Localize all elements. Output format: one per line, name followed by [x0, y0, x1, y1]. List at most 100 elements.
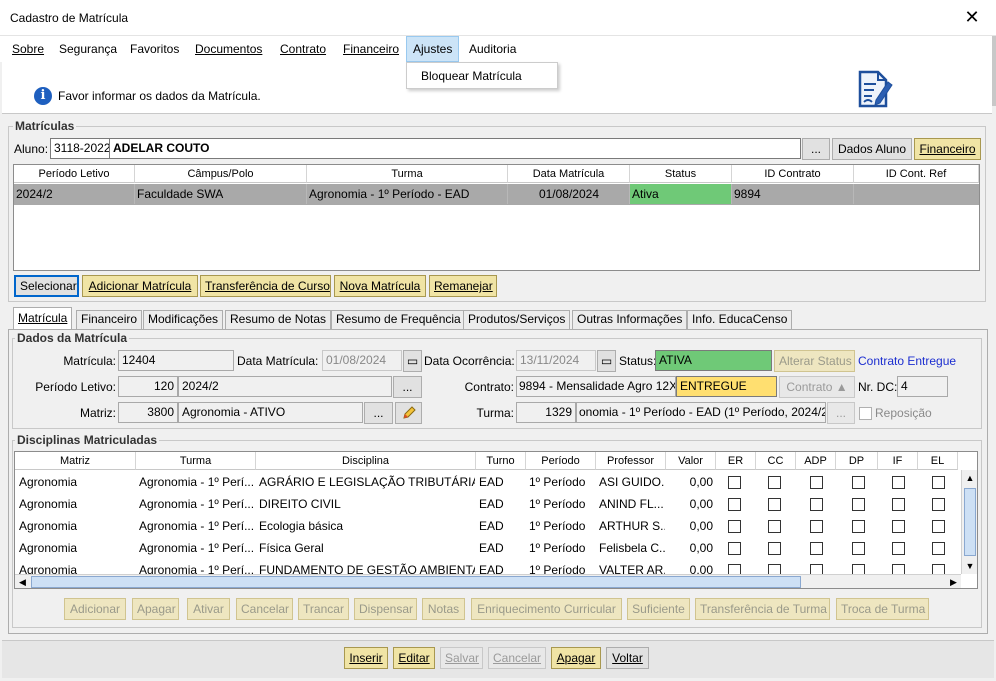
troca-turma-button[interactable]: Troca de Turma [836, 598, 929, 620]
tab-resumo-frequencia[interactable]: Resumo de Frequência [331, 310, 466, 329]
adicionar-disciplina-button[interactable]: Adicionar [64, 598, 126, 620]
scroll-up-icon[interactable]: ▲ [962, 470, 977, 486]
scroll-left-icon[interactable]: ◀ [15, 575, 30, 588]
er-checkbox[interactable] [728, 476, 741, 489]
tab-modificacoes[interactable]: Modificações [143, 310, 224, 329]
el-checkbox[interactable] [932, 520, 945, 533]
inserir-button[interactable]: Inserir [344, 647, 388, 669]
alterar-status-button[interactable]: Alterar Status [774, 350, 855, 372]
horizontal-scrollbar[interactable]: ◀ ▶ [15, 574, 961, 588]
calendar-icon[interactable]: ▭ [597, 350, 616, 372]
col-valor[interactable]: Valor [666, 452, 716, 470]
table-row[interactable]: Agronomia Agronomia - 1º Perí... Física … [15, 538, 960, 560]
turma-code-field[interactable]: 1329 [516, 402, 576, 423]
el-checkbox[interactable] [932, 498, 945, 511]
er-checkbox[interactable] [728, 542, 741, 555]
scroll-thumb[interactable] [964, 488, 976, 556]
menu-favoritos[interactable]: Favoritos [124, 36, 185, 62]
if-checkbox[interactable] [892, 520, 905, 533]
scroll-right-icon[interactable]: ▶ [946, 575, 961, 588]
col-turma[interactable]: Turma [307, 165, 508, 183]
col-matriz[interactable]: Matriz [15, 452, 136, 470]
col-professor[interactable]: Professor [596, 452, 666, 470]
contrato-button[interactable]: Contrato ▲ [779, 376, 855, 398]
tab-financeiro[interactable]: Financeiro [76, 310, 143, 329]
salvar-button[interactable]: Salvar [440, 647, 483, 669]
matriz-code-field[interactable]: 3800 [118, 402, 178, 423]
if-checkbox[interactable] [892, 498, 905, 511]
col-if[interactable]: IF [878, 452, 918, 470]
tab-info-educacenso[interactable]: Info. EducaCenso [687, 310, 793, 329]
close-icon[interactable]: ✕ [960, 6, 984, 30]
reposicao-checkbox[interactable] [859, 407, 872, 420]
menu-ajustes[interactable]: Ajustes [406, 36, 460, 62]
cancelar-disciplina-button[interactable]: Cancelar [236, 598, 293, 620]
tab-matricula[interactable]: Matrícula [13, 307, 73, 330]
trancar-button[interactable]: Trancar [298, 598, 349, 620]
menu-documentos[interactable]: Documentos [189, 36, 268, 62]
if-checkbox[interactable] [892, 476, 905, 489]
scroll-down-icon[interactable]: ▼ [962, 558, 977, 574]
col-id-contrato[interactable]: ID Contrato [732, 165, 854, 183]
apagar-disciplina-button[interactable]: Apagar [132, 598, 179, 620]
periodo-code-field[interactable]: 120 [118, 376, 178, 397]
editar-button[interactable]: Editar [393, 647, 435, 669]
ativar-button[interactable]: Ativar [187, 598, 230, 620]
er-checkbox[interactable] [728, 520, 741, 533]
table-row[interactable]: Agronomia Agronomia - 1º Perí... AGRÁRIO… [15, 472, 960, 494]
table-row[interactable]: 2024/2 Faculdade SWA Agronomia - 1º Perí… [14, 184, 979, 205]
nr-dc-field[interactable]: 4 [897, 376, 948, 397]
dados-aluno-button[interactable]: Dados Aluno [832, 138, 912, 160]
col-status[interactable]: Status [630, 165, 732, 183]
voltar-button[interactable]: Voltar [606, 647, 649, 669]
dp-checkbox[interactable] [852, 476, 865, 489]
aluno-code-field[interactable]: 3118-2022 [50, 138, 110, 159]
menu-sobre[interactable]: Sobre [6, 36, 50, 62]
table-row[interactable]: Agronomia Agronomia - 1º Perí... DIREITO… [15, 494, 960, 516]
cc-checkbox[interactable] [768, 520, 781, 533]
adp-checkbox[interactable] [810, 498, 823, 511]
matricula-field[interactable]: 12404 [118, 350, 234, 371]
col-data-matricula[interactable]: Data Matrícula [508, 165, 630, 183]
menu-financeiro[interactable]: Financeiro [337, 36, 405, 62]
cc-checkbox[interactable] [768, 498, 781, 511]
notas-button[interactable]: Notas [422, 598, 465, 620]
periodo-search-button[interactable]: ... [393, 376, 422, 398]
col-el[interactable]: EL [918, 452, 958, 470]
dp-checkbox[interactable] [852, 542, 865, 555]
menu-contrato[interactable]: Contrato [274, 36, 332, 62]
edit-pencil-icon[interactable] [395, 402, 422, 424]
col-dp[interactable]: DP [836, 452, 878, 470]
menu-seguranca[interactable]: Segurança [53, 36, 123, 62]
col-id-cont-ref[interactable]: ID Cont. Ref [854, 165, 979, 183]
periodo-field[interactable]: 2024/2 [178, 376, 392, 397]
dp-checkbox[interactable] [852, 498, 865, 511]
cc-checkbox[interactable] [768, 476, 781, 489]
data-matricula-field[interactable]: 01/08/2024 [322, 350, 402, 371]
er-checkbox[interactable] [728, 498, 741, 511]
enriquecimento-curricular-button[interactable]: Enriquecimento Curricular [471, 598, 622, 620]
apagar-button[interactable]: Apagar [551, 647, 601, 669]
col-campus-polo[interactable]: Câmpus/Polo [135, 165, 307, 183]
menu-auditoria[interactable]: Auditoria [463, 36, 522, 62]
col-turno[interactable]: Turno [476, 452, 526, 470]
nova-matricula-button[interactable]: Nova Matrícula [334, 275, 426, 297]
transferencia-curso-button[interactable]: Transferência de Curso [200, 275, 331, 297]
aluno-search-button[interactable]: ... [802, 138, 830, 160]
if-checkbox[interactable] [892, 542, 905, 555]
scroll-thumb[interactable] [31, 576, 801, 588]
aluno-name-field[interactable]: ADELAR COUTO [109, 138, 801, 159]
calendar-icon[interactable]: ▭ [403, 350, 422, 372]
col-periodo[interactable]: Período [526, 452, 596, 470]
col-er[interactable]: ER [716, 452, 756, 470]
adp-checkbox[interactable] [810, 542, 823, 555]
turma-search-button[interactable]: ... [827, 402, 855, 424]
selecionar-button[interactable]: Selecionar [14, 275, 79, 297]
col-adp[interactable]: ADP [796, 452, 836, 470]
col-turma[interactable]: Turma [136, 452, 256, 470]
col-cc[interactable]: CC [756, 452, 796, 470]
menu-item-bloquear-matricula[interactable]: Bloquear Matrícula [421, 69, 522, 83]
matriz-search-button[interactable]: ... [364, 402, 393, 424]
suficiente-button[interactable]: Suficiente [627, 598, 690, 620]
data-ocorrencia-field[interactable]: 13/11/2024 [516, 350, 596, 371]
